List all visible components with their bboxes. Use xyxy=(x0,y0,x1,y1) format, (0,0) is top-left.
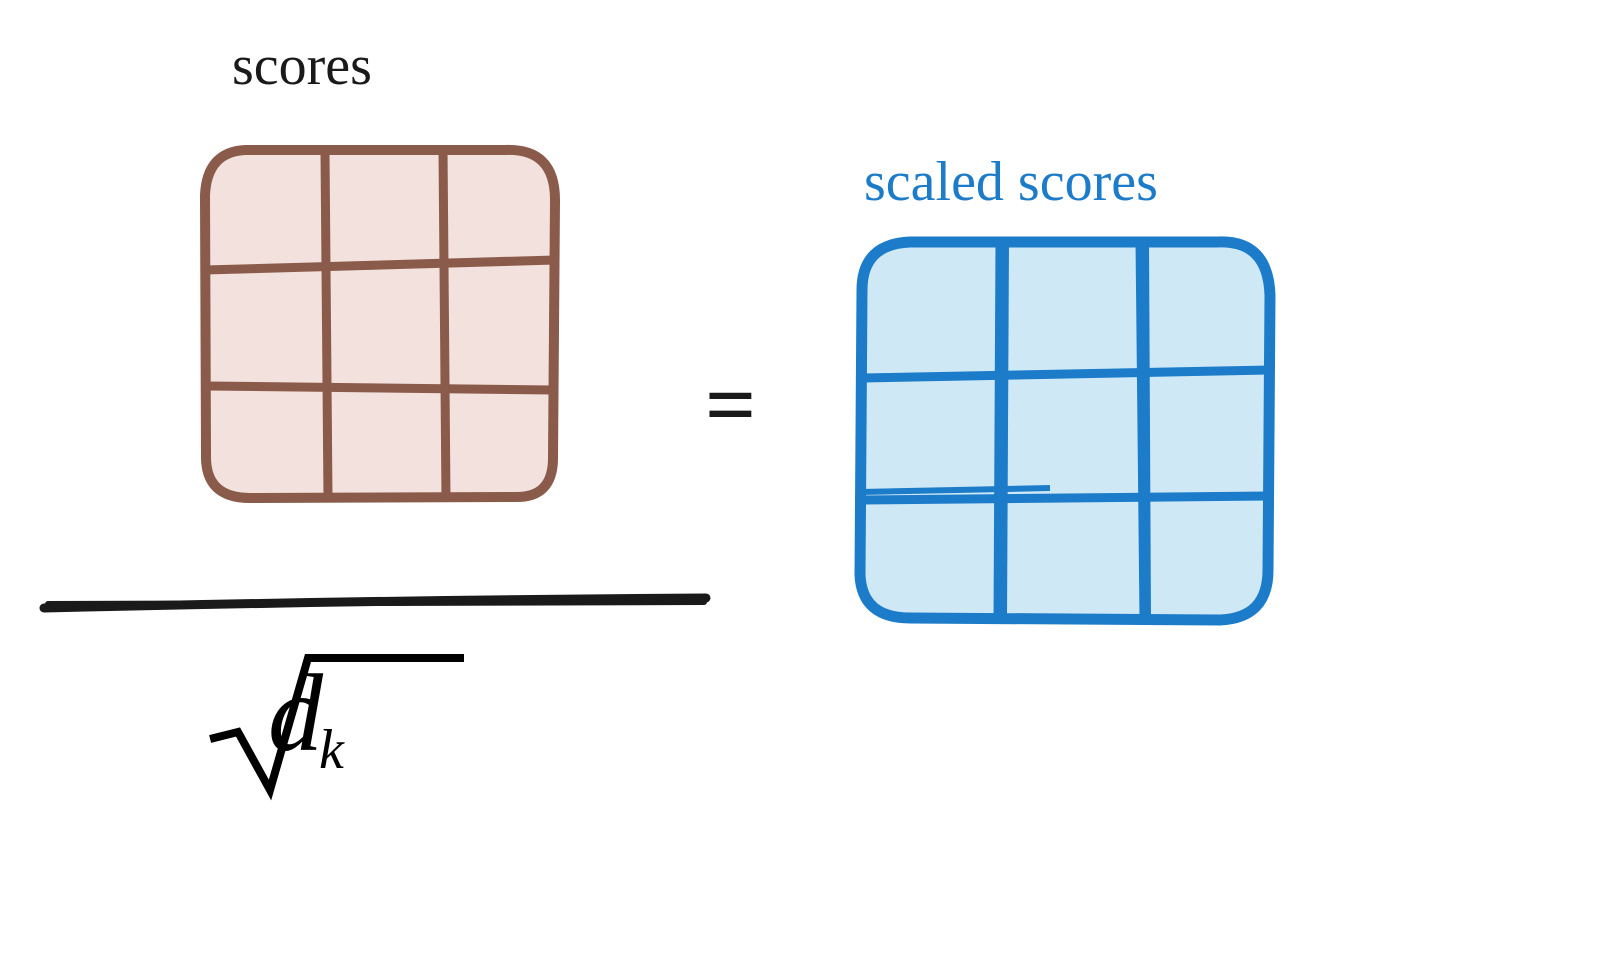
fraction-bar-icon xyxy=(40,594,710,614)
scaled-scores-label: scaled scores xyxy=(864,150,1158,214)
dk-sub: k xyxy=(319,719,344,781)
dk-main: d xyxy=(268,652,323,774)
scores-matrix-icon xyxy=(195,140,565,510)
scaled-scores-matrix-icon xyxy=(850,230,1280,630)
equals-symbol: = xyxy=(705,370,756,442)
sqrt-dk: dk xyxy=(218,650,348,777)
scores-label: scores xyxy=(232,34,372,98)
